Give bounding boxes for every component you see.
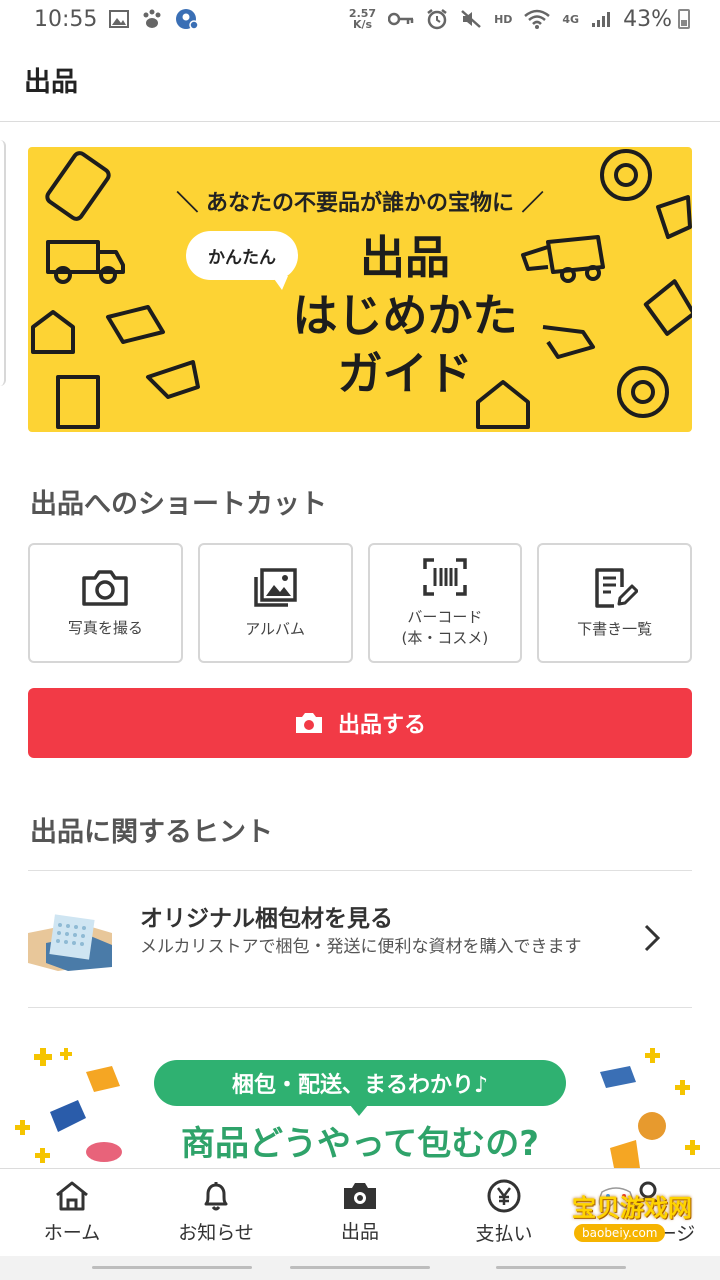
image-icon bbox=[109, 10, 130, 28]
nav-home[interactable]: ホーム bbox=[0, 1169, 144, 1256]
gesture-bar bbox=[0, 1256, 720, 1280]
status-right: 2.57 K/s HD 4G 43% bbox=[349, 7, 690, 32]
page-title: 出品 bbox=[24, 67, 78, 98]
net-speed-unit: K/s bbox=[352, 18, 373, 31]
gesture-pill-center[interactable] bbox=[290, 1266, 430, 1269]
paw-icon bbox=[143, 9, 161, 28]
edge-panel-handle[interactable] bbox=[0, 140, 6, 386]
shortcut-grid: 写真を撮る アルバム バーコード (本・コスメ) 下書き一覧 bbox=[28, 543, 692, 663]
hint-packaging-row[interactable]: オリジナル梱包材を見る メルカリストアで梱包・発送に便利な資材を購入できます bbox=[28, 870, 692, 1008]
nav-label: 出品 bbox=[340, 1221, 379, 1243]
nav-sell[interactable]: 出品 bbox=[288, 1169, 432, 1256]
nav-notifications[interactable]: お知らせ bbox=[144, 1169, 288, 1256]
battery-percent: 43% bbox=[623, 6, 672, 32]
home-icon bbox=[56, 1181, 88, 1211]
packaging-banner[interactable]: 梱包・配送、まるわかり♪ 商品どうやって包むの? bbox=[0, 1040, 720, 1168]
barcode-icon bbox=[423, 558, 467, 596]
banner-title-line2: はじめかた bbox=[292, 289, 518, 342]
site-watermark: 宝贝游戏网 baobeiy.com bbox=[546, 1187, 708, 1260]
camera-icon bbox=[82, 569, 129, 606]
shortcut-drafts[interactable]: 下書き一覧 bbox=[537, 543, 692, 663]
gesture-pill-left[interactable] bbox=[92, 1266, 252, 1269]
watermark-url: baobeiy.com bbox=[574, 1224, 666, 1242]
yen-icon bbox=[487, 1179, 521, 1213]
camera-icon bbox=[295, 713, 322, 733]
nav-label: 支払い bbox=[475, 1223, 533, 1245]
shortcut-label: バーコード (本・コスメ) bbox=[401, 608, 489, 647]
shortcut-barcode[interactable]: バーコード (本・コスメ) bbox=[367, 543, 523, 663]
sell-button[interactable]: 出品する bbox=[28, 688, 692, 758]
banner2-pill: 梱包・配送、まるわかり♪ bbox=[154, 1060, 566, 1116]
alarm-icon bbox=[427, 9, 447, 30]
network-speed: 2.57 K/s bbox=[349, 8, 376, 30]
draft-list-icon bbox=[594, 567, 638, 608]
key-icon bbox=[388, 12, 414, 26]
banner-tagline: ＼ あなたの不要品が誰かの宝物に ／ bbox=[176, 191, 544, 216]
battery-icon bbox=[678, 9, 690, 29]
shortcut-label: 下書き一覧 bbox=[577, 619, 653, 638]
banner-title-line1: 出品 bbox=[359, 231, 450, 284]
status-left: 10:55 bbox=[34, 6, 200, 32]
network-type: 4G bbox=[562, 12, 580, 26]
wifi-icon bbox=[524, 9, 551, 29]
chevron-right-icon bbox=[642, 923, 662, 960]
gesture-pill-right[interactable] bbox=[496, 1266, 626, 1269]
hint-title: オリジナル梱包材を見る bbox=[140, 906, 393, 932]
nav-label: ホーム bbox=[43, 1222, 101, 1244]
shortcut-label: 写真を撮る bbox=[67, 618, 143, 637]
nav-label: お知らせ bbox=[178, 1222, 254, 1244]
shortcut-take-photo[interactable]: 写真を撮る bbox=[28, 543, 183, 663]
shortcuts-section-title: 出品へのショートカット bbox=[30, 489, 327, 520]
status-bar: 10:55 2.57 K/s HD 4G 43% bbox=[0, 0, 720, 38]
location-badge-icon bbox=[176, 9, 200, 30]
camera-icon bbox=[344, 1183, 376, 1209]
banner-title: 出品 はじめかた ガイド bbox=[250, 229, 560, 403]
bell-icon bbox=[204, 1182, 228, 1211]
battery-indicator: 43% bbox=[623, 7, 690, 32]
sell-button-label: 出品する bbox=[337, 713, 426, 738]
hint-description: メルカリストアで梱包・発送に便利な資材を購入できます bbox=[140, 937, 582, 957]
guide-banner[interactable]: ＼ あなたの不要品が誰かの宝物に ／ かんたん 出品 はじめかた ガイド bbox=[28, 147, 692, 432]
banner-title-line3: ガイド bbox=[337, 347, 473, 400]
app-header: 出品 bbox=[0, 38, 720, 122]
hints-section-title: 出品に関するヒント bbox=[30, 817, 273, 848]
hd-label: HD bbox=[494, 12, 513, 26]
cell-signal-icon bbox=[592, 12, 611, 27]
mute-icon bbox=[461, 10, 481, 28]
watermark-text: 宝贝游戏网 bbox=[572, 1194, 692, 1222]
shortcut-label: アルバム bbox=[245, 619, 306, 638]
packaging-thumbnail bbox=[28, 914, 112, 971]
clock: 10:55 bbox=[34, 6, 98, 32]
banner2-title: 商品どうやって包むの? bbox=[180, 1124, 540, 1164]
shortcut-album[interactable]: アルバム bbox=[197, 543, 353, 663]
album-icon bbox=[254, 567, 297, 607]
